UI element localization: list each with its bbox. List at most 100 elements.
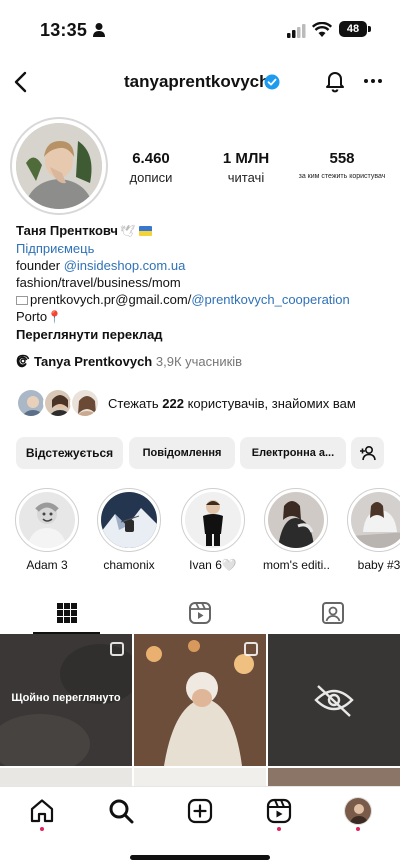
post-tile[interactable]	[134, 634, 266, 766]
post-image	[268, 634, 400, 766]
recently-viewed-label: Щойно переглянуто	[11, 692, 121, 704]
post-tile[interactable]	[134, 768, 266, 786]
threads-icon	[16, 354, 30, 368]
reels-tab-icon[interactable]	[187, 600, 213, 626]
see-translation-link[interactable]: Переглянути переклад	[16, 326, 386, 343]
status-bar: 13:35 48	[0, 0, 400, 56]
highlight-cover	[268, 492, 324, 548]
profile-name: Таня Прентковч	[16, 223, 118, 238]
dove-icon: 🕊	[119, 224, 136, 238]
mutual-avatar-3	[70, 388, 100, 418]
add-user-icon	[359, 445, 376, 461]
highlight-cover	[19, 492, 75, 548]
mutual-prefix: Стежать	[108, 396, 163, 411]
bio-cooperation-link[interactable]: @prentkovych_cooperation	[191, 292, 349, 307]
highlight-cover	[185, 492, 241, 548]
person-icon	[93, 23, 105, 37]
profile-tabs	[0, 592, 400, 634]
following-button[interactable]: Відстежується	[16, 437, 123, 469]
ukraine-flag-icon	[139, 226, 153, 236]
post-tile[interactable]	[268, 768, 400, 786]
bio-location: Porto	[16, 309, 48, 324]
bio-shop-link[interactable]: @insideshop.com.ua	[64, 258, 186, 273]
bio-founder-text: founder	[16, 258, 64, 273]
tagged-icon[interactable]	[320, 600, 346, 626]
followers-value: 1 МЛН	[222, 150, 270, 167]
profile-category: Підприємець	[16, 241, 95, 256]
email-button[interactable]: Електронна а...	[240, 437, 346, 469]
verified-badge-icon	[264, 74, 280, 90]
battery-indicator: 48	[339, 21, 367, 37]
home-indicator	[130, 855, 270, 860]
followers-count[interactable]: 1 МЛН читачі	[214, 150, 278, 185]
wifi-icon	[312, 22, 332, 37]
location-pin-icon: 📍	[47, 310, 63, 324]
story-highlight[interactable]: chamonix	[96, 488, 162, 572]
avatar-photo	[16, 123, 102, 209]
envelope-icon	[16, 296, 28, 305]
highlight-label: Adam 3	[26, 558, 68, 572]
followers-label: читачі	[227, 170, 265, 185]
home-icon[interactable]	[28, 797, 56, 825]
message-button[interactable]: Повідомлення	[129, 437, 235, 469]
highlight-ring	[15, 488, 79, 552]
post-tile[interactable]	[268, 634, 400, 766]
story-highlight[interactable]: baby #3	[346, 488, 400, 572]
profile-username: tanyaprentkovych	[124, 72, 270, 91]
create-icon[interactable]	[186, 797, 214, 825]
highlight-cover	[351, 492, 400, 548]
mutual-avatar-1	[16, 388, 46, 418]
profile-avatar[interactable]	[16, 123, 102, 209]
following-count[interactable]: 558 за ким стежить користувач	[296, 150, 388, 180]
mutual-followers-text: Стежать 222 користувачів, знайомих вам	[108, 396, 356, 411]
grid-icon[interactable]	[54, 600, 80, 626]
mutual-followers[interactable]: Стежать 222 користувачів, знайомих вам	[16, 388, 396, 420]
mutual-suffix: користувачів, знайомих вам	[183, 396, 356, 411]
reels-notification-dot	[277, 827, 281, 831]
profile-avatar[interactable]	[344, 797, 372, 825]
bio-email: prentkovych.pr@gmail.com/	[30, 292, 192, 307]
home-notification-dot	[40, 827, 44, 831]
following-label: за ким стежить користувач	[298, 173, 386, 180]
bottom-navigation	[0, 786, 400, 868]
highlight-label: Ivan 6🤍	[189, 558, 237, 572]
search-icon[interactable]	[107, 797, 135, 825]
following-value: 558	[329, 150, 355, 167]
add-user-button[interactable]	[351, 437, 384, 469]
threads-name: Tanya Prentkovych	[34, 354, 153, 369]
bell-icon[interactable]	[322, 68, 348, 94]
more-horizontal-icon[interactable]	[360, 68, 386, 94]
highlight-ring	[264, 488, 328, 552]
bio-line-contact: prentkovych.pr@gmail.com/@prentkovych_co…	[16, 291, 386, 308]
mutual-avatar-2	[43, 388, 73, 418]
bio-line-location: Porto📍	[16, 308, 386, 326]
posts-grid: Щойно переглянуто	[0, 634, 400, 786]
reels-icon[interactable]	[265, 797, 293, 825]
profile-bio: Таня Прентковч 🕊 Підприємець founder @ins…	[16, 222, 386, 343]
post-tile[interactable]: Щойно переглянуто	[0, 634, 132, 766]
highlight-label: chamonix	[103, 558, 155, 572]
highlight-ring	[97, 488, 161, 552]
threads-badge[interactable]: Tanya Prentkovych 3,9К учасників	[16, 354, 242, 369]
carousel-icon	[110, 642, 124, 656]
bio-line-topics: fashion/travel/business/mom	[16, 275, 181, 290]
chevron-left-icon[interactable]	[8, 68, 36, 96]
signal-icon	[287, 24, 306, 38]
highlight-label: mom's editi...	[263, 558, 329, 572]
profile-header: tanyaprentkovych	[0, 62, 400, 102]
battery-cap	[368, 26, 371, 32]
highlight-ring	[181, 488, 245, 552]
posts-value: 6.460	[132, 150, 170, 167]
bio-name-line: Таня Прентковч 🕊	[16, 222, 386, 240]
bio-line-founder: founder @insideshop.com.ua	[16, 257, 386, 274]
highlight-cover	[101, 492, 157, 548]
post-tile[interactable]	[0, 768, 132, 786]
story-highlight[interactable]: Ivan 6🤍	[180, 488, 246, 572]
posts-label: дописи	[129, 170, 173, 185]
story-highlight[interactable]: mom's editi...	[263, 488, 329, 572]
posts-count[interactable]: 6.460 дописи	[121, 150, 181, 185]
mutual-count: 222	[162, 396, 184, 411]
highlight-ring	[347, 488, 400, 552]
highlight-label: baby #3	[357, 558, 400, 572]
story-highlight[interactable]: Adam 3	[14, 488, 80, 572]
